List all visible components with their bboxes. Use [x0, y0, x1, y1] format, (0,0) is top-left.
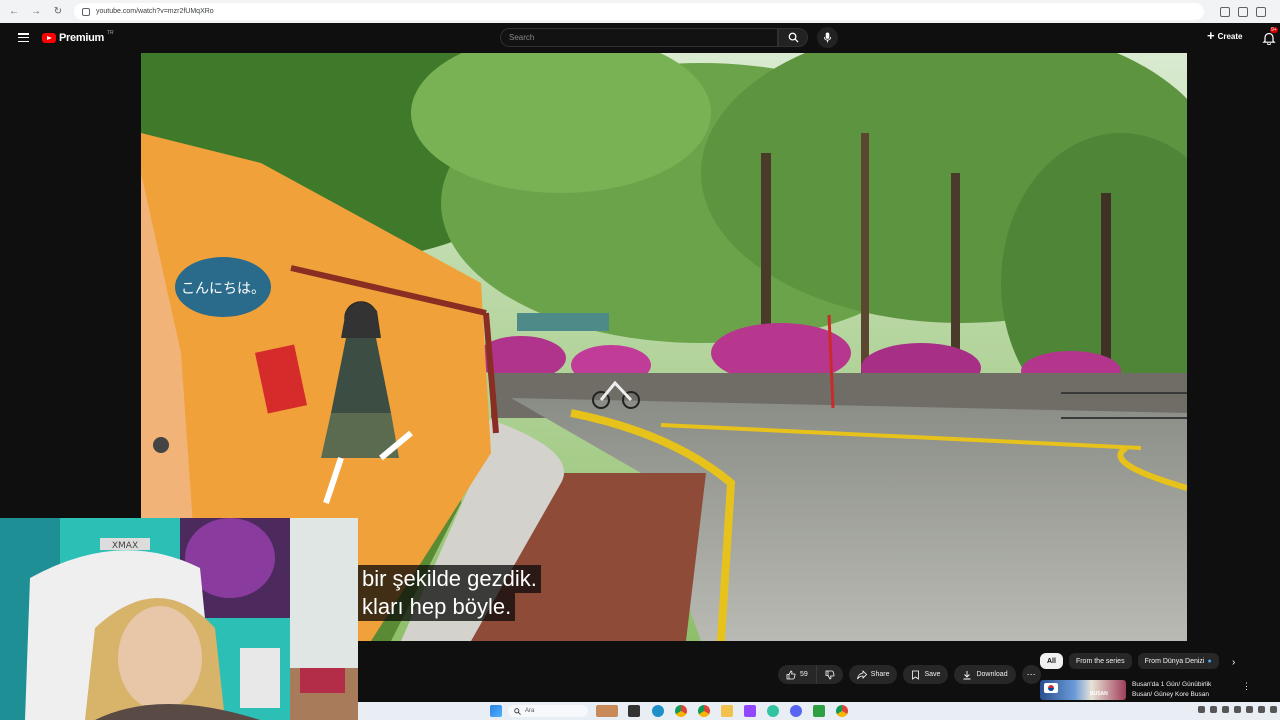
download-label: Download — [976, 671, 1008, 678]
download-icon — [963, 670, 971, 679]
address-bar[interactable]: youtube.com/watch?v=mzr2fUMqXRo — [74, 3, 1204, 20]
caption-overlay: bir şekilde gezdik. kları hep böyle. — [358, 565, 541, 621]
svg-text:XMAX: XMAX — [112, 541, 138, 551]
forward-icon[interactable]: → — [30, 6, 42, 18]
recommended-thumbnail[interactable]: BUSAN — [1040, 680, 1126, 700]
search-box[interactable] — [500, 28, 778, 47]
discord-icon[interactable] — [790, 705, 802, 717]
save-button[interactable]: Save — [903, 665, 949, 684]
plus-icon: + — [1207, 28, 1215, 43]
youtube-logo[interactable]: Premium TR — [42, 30, 114, 44]
more-horizontal-icon: ⋯ — [1026, 669, 1036, 679]
edge-icon[interactable] — [652, 705, 664, 717]
battery-icon[interactable] — [1270, 706, 1277, 713]
chip-label: From Dünya Denizi — [1144, 657, 1205, 665]
create-button[interactable]: + Create — [1207, 28, 1243, 43]
reload-icon[interactable]: ↻ — [52, 6, 64, 18]
windows-start-icon[interactable] — [490, 705, 502, 717]
create-label: Create — [1217, 31, 1243, 41]
browser-toolbar: ← → ↻ youtube.com/watch?v=mzr2fUMqXRo — [0, 0, 1280, 23]
chip-from-channel[interactable]: From Dünya Denizi ● — [1137, 653, 1219, 669]
search-icon — [788, 32, 799, 43]
video-actions-panel: 59 Share Save Download ⋯ All From the se… — [358, 641, 1280, 702]
save-label: Save — [924, 671, 941, 678]
streamlabs-icon[interactable] — [767, 705, 779, 717]
windows-taskbar: Ara — [358, 702, 1280, 720]
thumbs-up-icon — [786, 670, 796, 679]
app-icon[interactable] — [813, 705, 825, 717]
action-buttons: 59 Share Save Download ⋯ — [778, 665, 1041, 684]
youtube-header: Premium TR + Create 9+ — [0, 23, 1280, 53]
cast-icon[interactable] — [1238, 6, 1248, 17]
share-icon — [856, 669, 867, 679]
mural-bubble-text: こんにちは。 — [181, 281, 265, 297]
recommendation-chips: All From the series From Dünya Denizi ● — [1040, 653, 1219, 669]
site-info-icon[interactable] — [82, 7, 90, 16]
system-tray[interactable] — [1198, 706, 1277, 713]
share-label: Share — [870, 671, 890, 678]
twitch-icon[interactable] — [744, 705, 756, 717]
download-button[interactable]: Download — [954, 665, 1016, 684]
chevron-right-icon[interactable]: › — [1232, 657, 1235, 668]
microphone-icon — [823, 32, 832, 43]
chip-from-series[interactable]: From the series — [1068, 653, 1132, 669]
bookmark-star-icon[interactable] — [1256, 6, 1266, 17]
dislike-button[interactable] — [815, 665, 843, 684]
brand-text: Premium — [59, 32, 104, 44]
voice-search-button[interactable] — [817, 27, 838, 48]
chip-label: All — [1047, 657, 1056, 665]
youtube-play-icon — [42, 33, 56, 43]
korea-flag-icon — [1044, 683, 1058, 693]
taskbar-search-placeholder: Ara — [525, 708, 535, 714]
tray-app-icon[interactable] — [1222, 706, 1229, 713]
region-code: TR — [106, 30, 114, 36]
thumbs-down-icon — [825, 670, 835, 679]
menu-icon[interactable] — [18, 33, 29, 42]
recommended-title-line-1: Busan'da 1 Gün/ Günübirlik — [1132, 681, 1212, 688]
recommended-title-line-2: Busan/ Güney Kore Busan — [1132, 691, 1209, 698]
task-view-icon[interactable] — [628, 705, 640, 717]
recommended-title[interactable]: Busan'da 1 Gün/ Günübirlik Busan/ Güney … — [1132, 680, 1228, 700]
webcam-image: XMAX — [0, 518, 358, 720]
wifi-icon[interactable] — [1246, 706, 1253, 713]
widgets-icon[interactable] — [596, 705, 618, 717]
notification-badge: 9+ — [1270, 27, 1278, 33]
tray-chevron-icon[interactable] — [1198, 706, 1205, 713]
url-text: youtube.com/watch?v=mzr2fUMqXRo — [96, 8, 214, 15]
more-vertical-icon[interactable]: ⋮ — [1242, 681, 1251, 692]
microphone-tray-icon[interactable] — [1234, 706, 1241, 713]
tray-app-icon[interactable] — [1210, 706, 1217, 713]
chrome-profile-icon[interactable] — [836, 705, 848, 717]
webcam-overlay: XMAX — [0, 518, 358, 720]
search-button[interactable] — [778, 28, 808, 47]
translate-icon[interactable] — [1220, 6, 1230, 17]
search-input[interactable] — [509, 33, 777, 42]
caption-line-2: kları hep böyle. — [358, 593, 516, 621]
chrome-icon[interactable] — [675, 705, 687, 717]
share-button[interactable]: Share — [848, 665, 898, 684]
like-button[interactable]: 59 — [778, 665, 816, 684]
like-count: 59 — [800, 671, 808, 678]
file-explorer-icon[interactable] — [721, 705, 733, 717]
caption-line-1: bir şekilde gezdik. — [358, 565, 541, 593]
bookmark-icon — [912, 670, 920, 680]
back-icon[interactable]: ← — [8, 6, 20, 18]
thumbnail-text: BUSAN — [1090, 691, 1108, 697]
volume-icon[interactable] — [1258, 706, 1265, 713]
globe-icon: ● — [1207, 657, 1212, 665]
chip-all[interactable]: All — [1040, 653, 1063, 669]
search-icon — [514, 707, 521, 715]
notifications-bell-icon[interactable] — [1262, 31, 1276, 45]
chrome-app-icon[interactable] — [698, 705, 710, 717]
chip-label: From the series — [1075, 657, 1125, 665]
taskbar-search[interactable]: Ara — [508, 705, 588, 717]
more-actions-button[interactable]: ⋯ — [1021, 665, 1041, 684]
recommended-video[interactable]: BUSAN Busan'da 1 Gün/ Günübirlik Busan/ … — [1040, 680, 1228, 700]
